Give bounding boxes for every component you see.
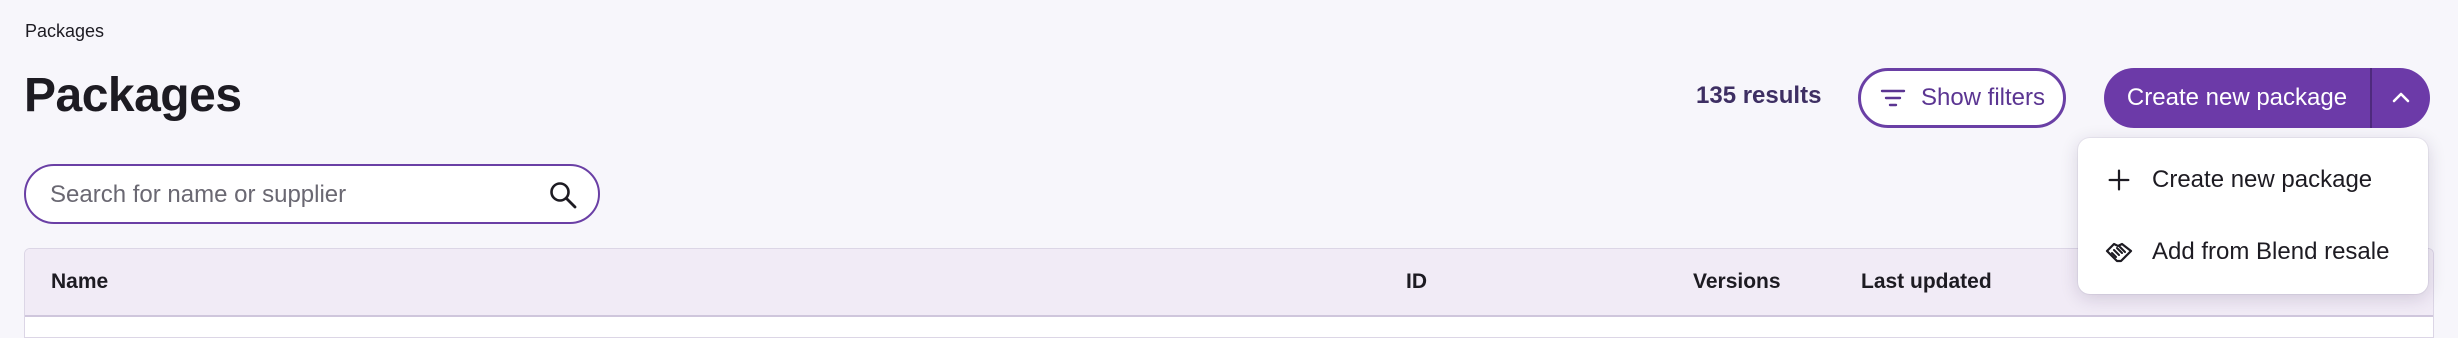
create-new-package-button[interactable]: Create new package xyxy=(2104,68,2370,128)
filter-icon xyxy=(1880,89,1906,107)
breadcrumb[interactable]: Packages xyxy=(25,21,104,42)
show-filters-button[interactable]: Show filters xyxy=(1858,68,2066,128)
plus-icon xyxy=(2104,165,2134,195)
create-options-menu: Create new package Add from Blend resale xyxy=(2078,138,2428,294)
table-header-row: Name ID Versions Last updated xyxy=(25,249,2433,317)
show-filters-label: Show filters xyxy=(1920,84,2046,111)
results-count: 135 results xyxy=(1696,82,1822,109)
search-input[interactable] xyxy=(48,166,532,224)
column-header-versions[interactable]: Versions xyxy=(1693,270,1781,294)
menu-item-add-from-blend-resale[interactable]: Add from Blend resale xyxy=(2078,220,2428,284)
column-header-id[interactable]: ID xyxy=(1406,270,1427,294)
chevron-up-icon xyxy=(2392,92,2410,103)
page-title: Packages xyxy=(24,69,242,122)
menu-item-label: Create new package xyxy=(2152,166,2373,193)
menu-item-create-new-package[interactable]: Create new package xyxy=(2078,148,2428,212)
search-box xyxy=(24,164,600,224)
search-icon[interactable] xyxy=(548,180,578,210)
packages-table: Name ID Versions Last updated xyxy=(24,248,2434,338)
create-options-toggle[interactable] xyxy=(2372,68,2430,128)
create-package-split-button: Create new package xyxy=(2104,68,2430,128)
handshake-icon xyxy=(2104,237,2134,267)
column-header-last-updated[interactable]: Last updated xyxy=(1861,270,1992,294)
menu-item-label: Add from Blend resale xyxy=(2152,238,2390,265)
column-header-name[interactable]: Name xyxy=(51,270,108,294)
